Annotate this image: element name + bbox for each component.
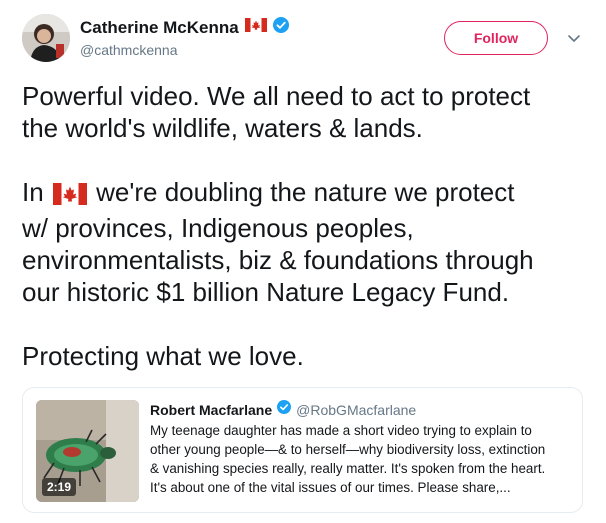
chevron-down-icon[interactable] — [566, 30, 582, 46]
quoted-text-line: other young people—& to herself—why biod… — [150, 442, 546, 457]
tweet-line: Powerful video. We all need to act to pr… — [22, 81, 531, 111]
author-name-row: Catherine McKenna — [80, 17, 289, 38]
tweet-line: the world's wildlife, waters & lands. — [22, 113, 423, 143]
quoted-author-handle[interactable]: @RobGMacfarlane — [296, 402, 416, 418]
quoted-author-name[interactable]: Robert Macfarlane — [150, 402, 272, 418]
quoted-tweet-card[interactable]: 2:19 Robert Macfarlane @RobGMacfarlane M… — [22, 387, 583, 513]
canada-flag-icon — [244, 18, 267, 37]
quoted-text-line: It's about one of the vital issues of ou… — [150, 480, 511, 495]
tweet-line: our historic $1 billion Nature Legacy Fu… — [22, 277, 510, 307]
tweet-line: w/ provinces, Indigenous peoples, — [22, 213, 414, 243]
avatar[interactable] — [22, 14, 70, 62]
tweet-line-rest: we're doubling the nature we protect — [96, 177, 515, 207]
tweet-text: Powerful video. We all need to act to pr… — [22, 80, 592, 372]
tweet-line-start: In — [22, 177, 44, 207]
quoted-tweet-text: My teenage daughter has made a short vid… — [150, 421, 575, 497]
author-handle[interactable]: @cathmckenna — [80, 42, 177, 58]
author-name[interactable]: Catherine McKenna — [80, 18, 239, 38]
video-thumbnail[interactable]: 2:19 — [36, 400, 139, 502]
follow-button[interactable]: Follow — [444, 21, 548, 55]
tweet-line: environmentalists, biz & foundations thr… — [22, 245, 534, 275]
quoted-author-row: Robert Macfarlane @RobGMacfarlane — [150, 400, 416, 419]
video-duration: 2:19 — [42, 478, 77, 496]
tweet-line: In we're doubling the nature we protect — [22, 176, 592, 212]
quoted-text-line: & vanishing species really, really matte… — [150, 461, 546, 476]
canada-flag-icon — [52, 180, 87, 212]
tweet-line: Protecting what we love. — [22, 341, 304, 371]
quoted-text-line: My teenage daughter has made a short vid… — [150, 423, 532, 438]
verified-badge-icon — [277, 400, 292, 419]
verified-badge-icon — [272, 17, 289, 38]
